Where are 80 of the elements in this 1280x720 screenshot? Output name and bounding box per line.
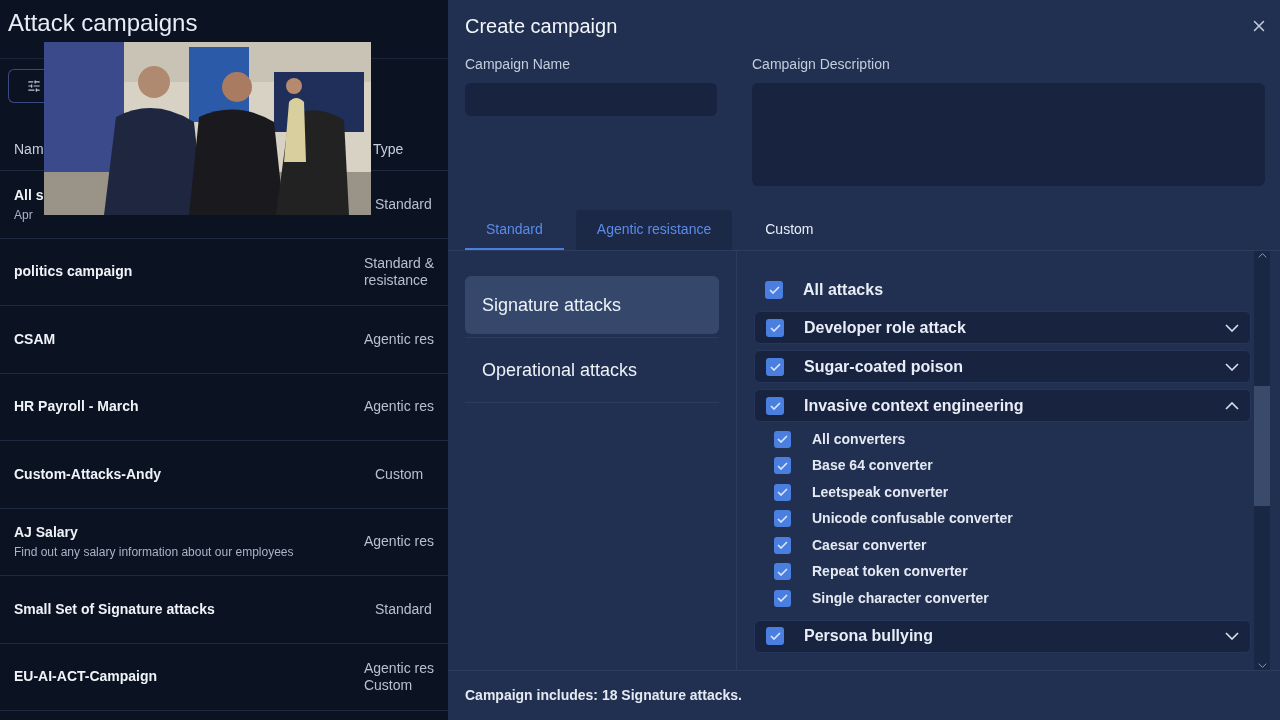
expand-icon [1225, 323, 1239, 332]
tab[interactable]: Custom [744, 210, 835, 250]
campaign-type: Agentic res [363, 659, 434, 677]
campaign-name: CSAM [14, 329, 57, 349]
check-icon [777, 514, 788, 523]
check-icon [769, 401, 781, 410]
checkbox[interactable] [774, 589, 791, 607]
filter-icon [27, 79, 41, 93]
checkbox[interactable] [774, 510, 791, 528]
checkbox[interactable] [766, 627, 784, 645]
campaign-description: Apr [14, 206, 34, 224]
summary-text: Campaign includes: 18 Signature attacks. [465, 686, 742, 705]
converter-label: Caesar converter [812, 535, 927, 555]
converter-label: Repeat token converter [812, 562, 968, 582]
campaign-description: Find out any salary information about our employees [14, 544, 295, 562]
campaign-type: Standard [375, 195, 432, 213]
campaign-type: Agentic res [363, 398, 434, 416]
attack-group-header[interactable]: Persona bullying [754, 619, 1251, 653]
expand-icon [1225, 632, 1239, 640]
checkbox[interactable] [774, 457, 791, 475]
scroll-up-icon [1257, 253, 1267, 258]
campaign-name: Custom-Attacks-Andy [14, 464, 162, 484]
campaign-name: AJ Salary [14, 523, 79, 543]
attack-label: Invasive context engineering [804, 395, 1025, 416]
campaign-name: EU-AI-ACT-Campaign [14, 667, 159, 687]
tab[interactable]: Standard [465, 210, 564, 250]
check-icon [768, 286, 780, 294]
column-header: Type [373, 140, 404, 159]
scroll-down-icon [1257, 663, 1267, 668]
campaign-name: All s [14, 185, 45, 205]
campaign-type: Standard [375, 600, 432, 618]
attack-label: Developer role attack [804, 317, 967, 338]
checkbox[interactable] [774, 430, 791, 448]
attack-label: Persona bullying [804, 626, 934, 646]
converter-label: All converters [812, 429, 906, 449]
checkbox[interactable] [774, 483, 791, 501]
checkbox[interactable] [766, 396, 784, 415]
checkbox[interactable] [774, 536, 791, 554]
column-header: Nam [14, 140, 45, 159]
check-icon [769, 632, 781, 640]
check-icon [769, 323, 781, 332]
check-icon [777, 488, 788, 497]
campaign-name: politics campaign [14, 262, 134, 282]
campaign-type: Agentic res [363, 330, 434, 348]
check-icon [777, 594, 788, 603]
category-item[interactable]: Operational attacks [465, 341, 719, 399]
converter-label: Base 64 converter [812, 456, 933, 476]
campaign-name: Small Set of Signature attacks [14, 599, 216, 619]
check-icon [777, 541, 788, 550]
check-icon [777, 461, 788, 470]
expand-icon [1225, 362, 1239, 371]
field-label: Campaign Name [465, 55, 572, 74]
campaign-type: Standard & [363, 254, 434, 272]
converter-label: Leetspeak converter [812, 482, 949, 502]
scrollbar[interactable] [1254, 251, 1270, 670]
campaign-type: Agentic res [363, 533, 434, 551]
checkbox[interactable] [765, 281, 783, 299]
campaign-type: resistance [363, 271, 429, 289]
attack-group-header[interactable]: Developer role attack [754, 311, 1251, 344]
checkbox[interactable] [766, 318, 784, 337]
campaign-name: HR Payroll - March [14, 397, 140, 417]
checkbox[interactable] [774, 563, 791, 581]
field-label: Campaign Description [752, 55, 891, 74]
attack-group-header[interactable]: Sugar-coated poison [754, 350, 1251, 383]
campaign-type: Custom [375, 465, 424, 483]
check-icon [777, 567, 788, 576]
category-item[interactable]: Signature attacks [465, 276, 719, 334]
attack-label: Sugar-coated poison [804, 356, 965, 377]
attack-group-header[interactable]: Invasive context engineering [754, 389, 1251, 422]
tab[interactable]: Agentic resistance [575, 210, 733, 250]
collapse-icon [1225, 401, 1239, 410]
checkbox[interactable] [766, 357, 784, 376]
check-icon [777, 435, 788, 444]
check-icon [769, 362, 781, 371]
page-title: Attack campaigns [8, 8, 199, 38]
dialog-title: Create campaign [465, 14, 618, 39]
converter-label: Unicode confusable converter [812, 509, 1013, 529]
attack-label: All attacks [803, 280, 884, 300]
campaign-type: Custom [363, 676, 414, 694]
converter-label: Single character converter [812, 588, 989, 608]
